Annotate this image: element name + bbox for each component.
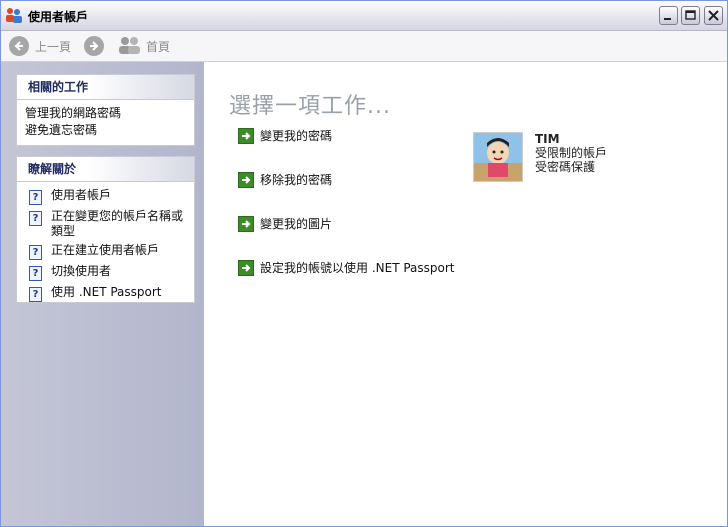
forward-button[interactable] bbox=[84, 35, 104, 57]
home-label: 首頁 bbox=[146, 39, 171, 54]
learn-about-panel: 瞭解關於 ? 使用者帳戶 ? 正在變更您的帳戶名稱或類型 ? 正在建立使用者帳戶… bbox=[16, 156, 195, 303]
help-icon: ? bbox=[29, 211, 42, 226]
maximize-button[interactable] bbox=[681, 6, 700, 25]
user-accounts-window: 使用者帳戶 上一頁 首頁 相關的工作 管理我的網路密碼 避免遺忘密碼 瞭解關於 … bbox=[0, 0, 728, 527]
green-arrow-icon bbox=[238, 171, 254, 188]
help-icon: ? bbox=[29, 245, 42, 260]
back-arrow-icon bbox=[9, 36, 29, 56]
help-item-label: 使用者帳戶 bbox=[51, 188, 112, 202]
help-item-switch-users[interactable]: ? 切換使用者 bbox=[17, 264, 194, 281]
task-label: 移除我的密碼 bbox=[260, 173, 333, 187]
help-item-label: 正在變更您的帳戶名稱或類型 bbox=[51, 209, 184, 238]
avatar bbox=[473, 132, 523, 182]
help-icon: ? bbox=[29, 287, 42, 302]
account-type: 受限制的帳戶 bbox=[535, 146, 608, 160]
navigation-toolbar: 上一頁 首頁 bbox=[1, 31, 727, 62]
home-users-icon bbox=[118, 36, 142, 57]
task-label: 設定我的帳號以使用 .NET Passport bbox=[260, 261, 455, 275]
help-item-change-account-name-type[interactable]: ? 正在變更您的帳戶名稱或類型 bbox=[17, 209, 194, 239]
page-title: 選擇一項工作... bbox=[229, 94, 391, 119]
forward-arrow-icon bbox=[84, 36, 104, 56]
task-remove-password[interactable]: 移除我的密碼 bbox=[238, 171, 332, 188]
green-arrow-icon bbox=[238, 259, 254, 276]
help-item-label: 切換使用者 bbox=[51, 264, 112, 278]
password-status: 受密碼保護 bbox=[535, 160, 596, 174]
help-item-create-user-account[interactable]: ? 正在建立使用者帳戶 bbox=[17, 243, 194, 260]
main-content: 選擇一項工作... 變更我的密碼 移除我的密碼 變更我的圖片 設定我的帳號以使用… bbox=[205, 62, 727, 526]
prevent-forgotten-password-link[interactable]: 避免遺忘密碼 bbox=[17, 122, 194, 139]
help-icon: ? bbox=[29, 266, 42, 281]
minimize-button[interactable] bbox=[659, 6, 678, 25]
home-button[interactable]: 首頁 bbox=[118, 35, 170, 57]
help-item-user-accounts[interactable]: ? 使用者帳戶 bbox=[17, 188, 194, 205]
user-info: TIM 受限制的帳戶 受密碼保護 bbox=[535, 132, 655, 174]
task-label: 變更我的圖片 bbox=[260, 217, 333, 231]
manage-network-passwords-link[interactable]: 管理我的網路密碼 bbox=[17, 105, 194, 122]
task-setup-net-passport[interactable]: 設定我的帳號以使用 .NET Passport bbox=[238, 259, 455, 276]
help-item-net-passport[interactable]: ? 使用 .NET Passport bbox=[17, 285, 194, 302]
close-button[interactable] bbox=[704, 6, 723, 25]
help-icon: ? bbox=[29, 190, 42, 205]
sidebar: 相關的工作 管理我的網路密碼 避免遺忘密碼 瞭解關於 ? 使用者帳戶 ? 正在變… bbox=[1, 62, 204, 526]
users-icon bbox=[5, 7, 23, 23]
help-item-label: 正在建立使用者帳戶 bbox=[51, 243, 160, 257]
user-name: TIM bbox=[535, 132, 560, 146]
help-item-label: 使用 .NET Passport bbox=[51, 285, 162, 299]
related-tasks-title: 相關的工作 bbox=[17, 75, 194, 100]
task-change-password[interactable]: 變更我的密碼 bbox=[238, 127, 332, 144]
learn-about-title: 瞭解關於 bbox=[17, 157, 194, 182]
related-tasks-panel: 相關的工作 管理我的網路密碼 避免遺忘密碼 bbox=[16, 74, 195, 146]
back-label: 上一頁 bbox=[35, 39, 72, 54]
task-label: 變更我的密碼 bbox=[260, 129, 333, 143]
back-button[interactable]: 上一頁 bbox=[9, 35, 71, 57]
green-arrow-icon bbox=[238, 127, 254, 144]
green-arrow-icon bbox=[238, 215, 254, 232]
title-bar: 使用者帳戶 bbox=[1, 1, 727, 31]
task-change-picture[interactable]: 變更我的圖片 bbox=[238, 215, 332, 232]
window-title: 使用者帳戶 bbox=[28, 10, 89, 24]
